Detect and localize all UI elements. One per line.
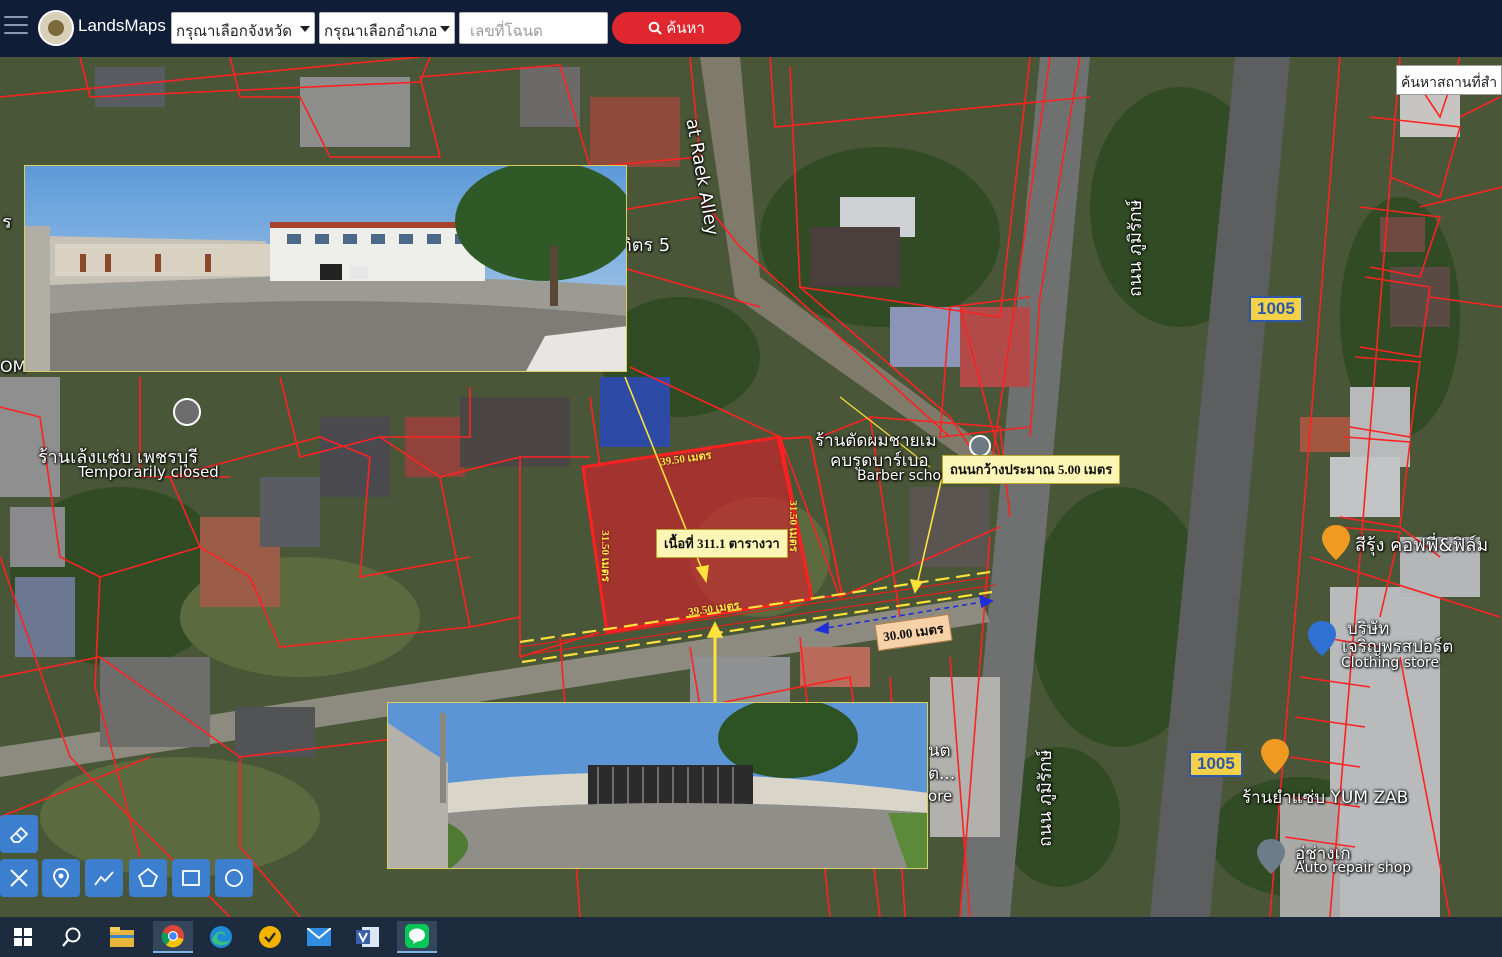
chrome-button[interactable]: [153, 921, 193, 953]
app-title: LandsMaps: [78, 16, 166, 35]
clear-draw-icon: [10, 869, 28, 887]
partial-label-3: ore: [928, 787, 953, 805]
polyline-icon: [94, 871, 114, 886]
file-explorer-button[interactable]: [102, 921, 142, 953]
province-select-value: กรุณาเลือกจังหวัด: [176, 22, 293, 40]
landsmaps-logo[interactable]: [38, 10, 74, 46]
line-icon: [405, 924, 429, 948]
property-photo-gate[interactable]: [387, 702, 928, 869]
dimension-left: 31.50 เมตร: [598, 530, 611, 582]
circle-tool-button[interactable]: [215, 859, 253, 897]
shop-status: Temporarily closed: [78, 463, 219, 481]
marker-tool-button[interactable]: [42, 859, 80, 897]
norton-button[interactable]: [250, 921, 290, 953]
visio-button[interactable]: [348, 921, 388, 953]
gate-panorama-image: [388, 703, 927, 868]
visio-icon: [356, 927, 379, 947]
yumzab-label: ร้านยำแซ่บ YUM ZAB: [1242, 788, 1409, 808]
soi-label: ติตร 5: [620, 235, 671, 256]
road-label-south: ถนน ภูมิรักษ์: [1035, 749, 1056, 847]
rectangle-icon: [182, 870, 200, 886]
start-button[interactable]: [3, 921, 43, 953]
line-button[interactable]: [397, 921, 437, 953]
windows-taskbar: [0, 917, 1502, 957]
province-select[interactable]: กรุณาเลือกจังหวัด: [171, 12, 315, 44]
edge-button[interactable]: [201, 921, 241, 953]
mail-icon: [307, 928, 331, 946]
polyline-tool-button[interactable]: [85, 859, 123, 897]
road-width-annotation: ถนนกว้างประมาณ 5.00 เมตร: [942, 455, 1121, 484]
chrome-icon: [161, 925, 184, 948]
polygon-icon: [137, 867, 159, 887]
clear-draw-tool-button[interactable]: [0, 859, 38, 897]
place-search-input[interactable]: ค้นหาสถานที่สำ: [1396, 65, 1502, 95]
property-photo-front[interactable]: [24, 165, 627, 372]
circle-icon: [225, 869, 243, 887]
norton-icon: [259, 926, 281, 948]
repair-label-en: Auto repair shop: [1295, 860, 1412, 876]
chevron-down-icon: [300, 26, 310, 32]
satellite-map[interactable]: at Raek Alley ติตร 5 ถนน ภูมิรักษ์ ถนน ภ…: [0, 57, 1502, 917]
edge-label-1: ร: [2, 212, 12, 233]
edge-label-2: OM: [0, 357, 27, 376]
windows-start-icon: [14, 928, 32, 946]
route-1005-shield: 1005: [1249, 296, 1303, 322]
search-icon: [648, 21, 662, 35]
district-select-value: กรุณาเลือกอำเภอ: [324, 22, 438, 40]
cafe-label: สีรุ้ง คอฟฟี่&ฟิล์ม: [1355, 535, 1489, 556]
edge-icon: [210, 926, 232, 948]
building-panorama-image: [25, 166, 626, 371]
deed-number-input[interactable]: เลขที่โฉนด: [459, 12, 608, 44]
area-annotation: เนื้อที่ 311.1 ตารางวา: [656, 529, 788, 558]
sport-label-en: Clothing store: [1341, 655, 1440, 671]
file-explorer-icon: [110, 927, 134, 947]
top-bar: LandsMaps กรุณาเลือกจังหวัด กรุณาเลือกอำ…: [0, 0, 1502, 57]
polygon-tool-button[interactable]: [129, 859, 167, 897]
rectangle-tool-button[interactable]: [172, 859, 210, 897]
district-select[interactable]: กรุณาเลือกอำเภอ: [319, 12, 455, 44]
mail-button[interactable]: [299, 921, 339, 953]
eraser-tool-button[interactable]: [0, 815, 38, 853]
search-icon: [62, 927, 81, 947]
taskbar-search-button[interactable]: [52, 921, 92, 953]
search-button-label: ค้นหา: [666, 19, 705, 37]
road-label-north: ถนน ภูมิรักษ์: [1125, 199, 1146, 297]
hamburger-menu-icon[interactable]: [4, 16, 28, 38]
partial-label-2: ต...: [928, 764, 956, 784]
chevron-down-icon: [440, 26, 450, 32]
route-1005-shield-2: 1005: [1189, 751, 1243, 777]
marker-icon: [53, 868, 69, 889]
barber-label-en: Barber school: [857, 468, 954, 484]
search-button[interactable]: ค้นหา: [612, 12, 741, 44]
eraser-icon: [9, 826, 29, 843]
